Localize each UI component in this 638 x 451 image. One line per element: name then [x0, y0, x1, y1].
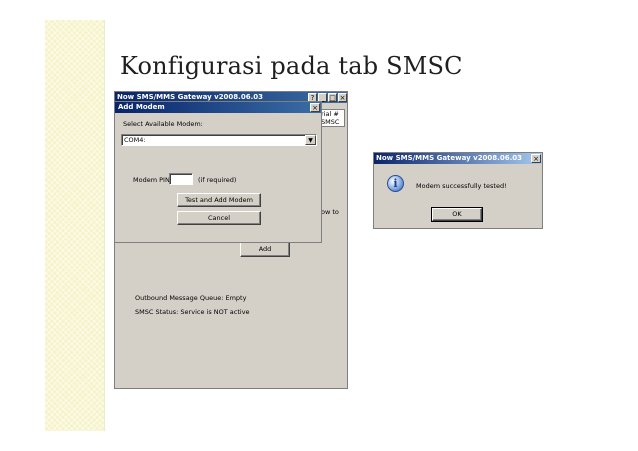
message-box-titlebar: Now SMS/MMS Gateway v2008.06.03: [374, 153, 542, 164]
smsc-status: SMSC Status: Service is NOT active: [135, 308, 250, 316]
close-button[interactable]: ×: [338, 93, 347, 102]
cancel-button[interactable]: Cancel: [177, 211, 261, 225]
test-and-add-modem-button[interactable]: Test and Add Modem: [177, 193, 261, 207]
message-box-title: Now SMS/MMS Gateway v2008.06.03: [376, 154, 522, 162]
column-smsc-partial: SMSC: [321, 118, 340, 126]
message-text: Modem successfully tested!: [416, 182, 507, 190]
selected-modem-value: COM4:: [124, 136, 146, 144]
add-button[interactable]: Add: [240, 242, 290, 257]
select-modem-label: Select Available Modem:: [123, 120, 203, 128]
modem-list-header: rial # SMSC: [319, 109, 345, 127]
maximize-button[interactable]: □: [328, 93, 337, 102]
chevron-down-icon[interactable]: ▼: [305, 135, 316, 145]
ok-button[interactable]: OK: [431, 207, 483, 222]
add-modem-dialog: Add Modem × Select Available Modem: COM4…: [114, 101, 322, 243]
column-serial-partial: rial #: [321, 110, 339, 118]
main-window-title: Now SMS/MMS Gateway v2008.06.03: [117, 93, 263, 101]
message-box: Now SMS/MMS Gateway v2008.06.03 × i Mode…: [373, 152, 543, 229]
partial-howto-text: ow to: [321, 208, 339, 216]
info-icon-glyph: i: [393, 177, 398, 190]
modem-pin-input[interactable]: [169, 173, 193, 185]
modem-select[interactable]: COM4: ▼: [121, 134, 317, 146]
modem-pin-hint: (if required): [198, 176, 237, 184]
slide-title: Konfigurasi pada tab SMSC: [120, 52, 463, 80]
add-modem-close-button[interactable]: ×: [310, 103, 320, 112]
info-icon: i: [387, 175, 404, 192]
modem-pin-label: Modem PIN:: [133, 176, 172, 184]
add-modem-titlebar: Add Modem: [115, 102, 321, 113]
outbound-queue-status: Outbound Message Queue: Empty: [135, 294, 247, 302]
message-box-close-button[interactable]: ×: [531, 154, 541, 163]
slide-decoration-pattern: [45, 20, 104, 431]
add-modem-title: Add Modem: [118, 103, 165, 111]
slide-divider-line: [104, 20, 105, 431]
